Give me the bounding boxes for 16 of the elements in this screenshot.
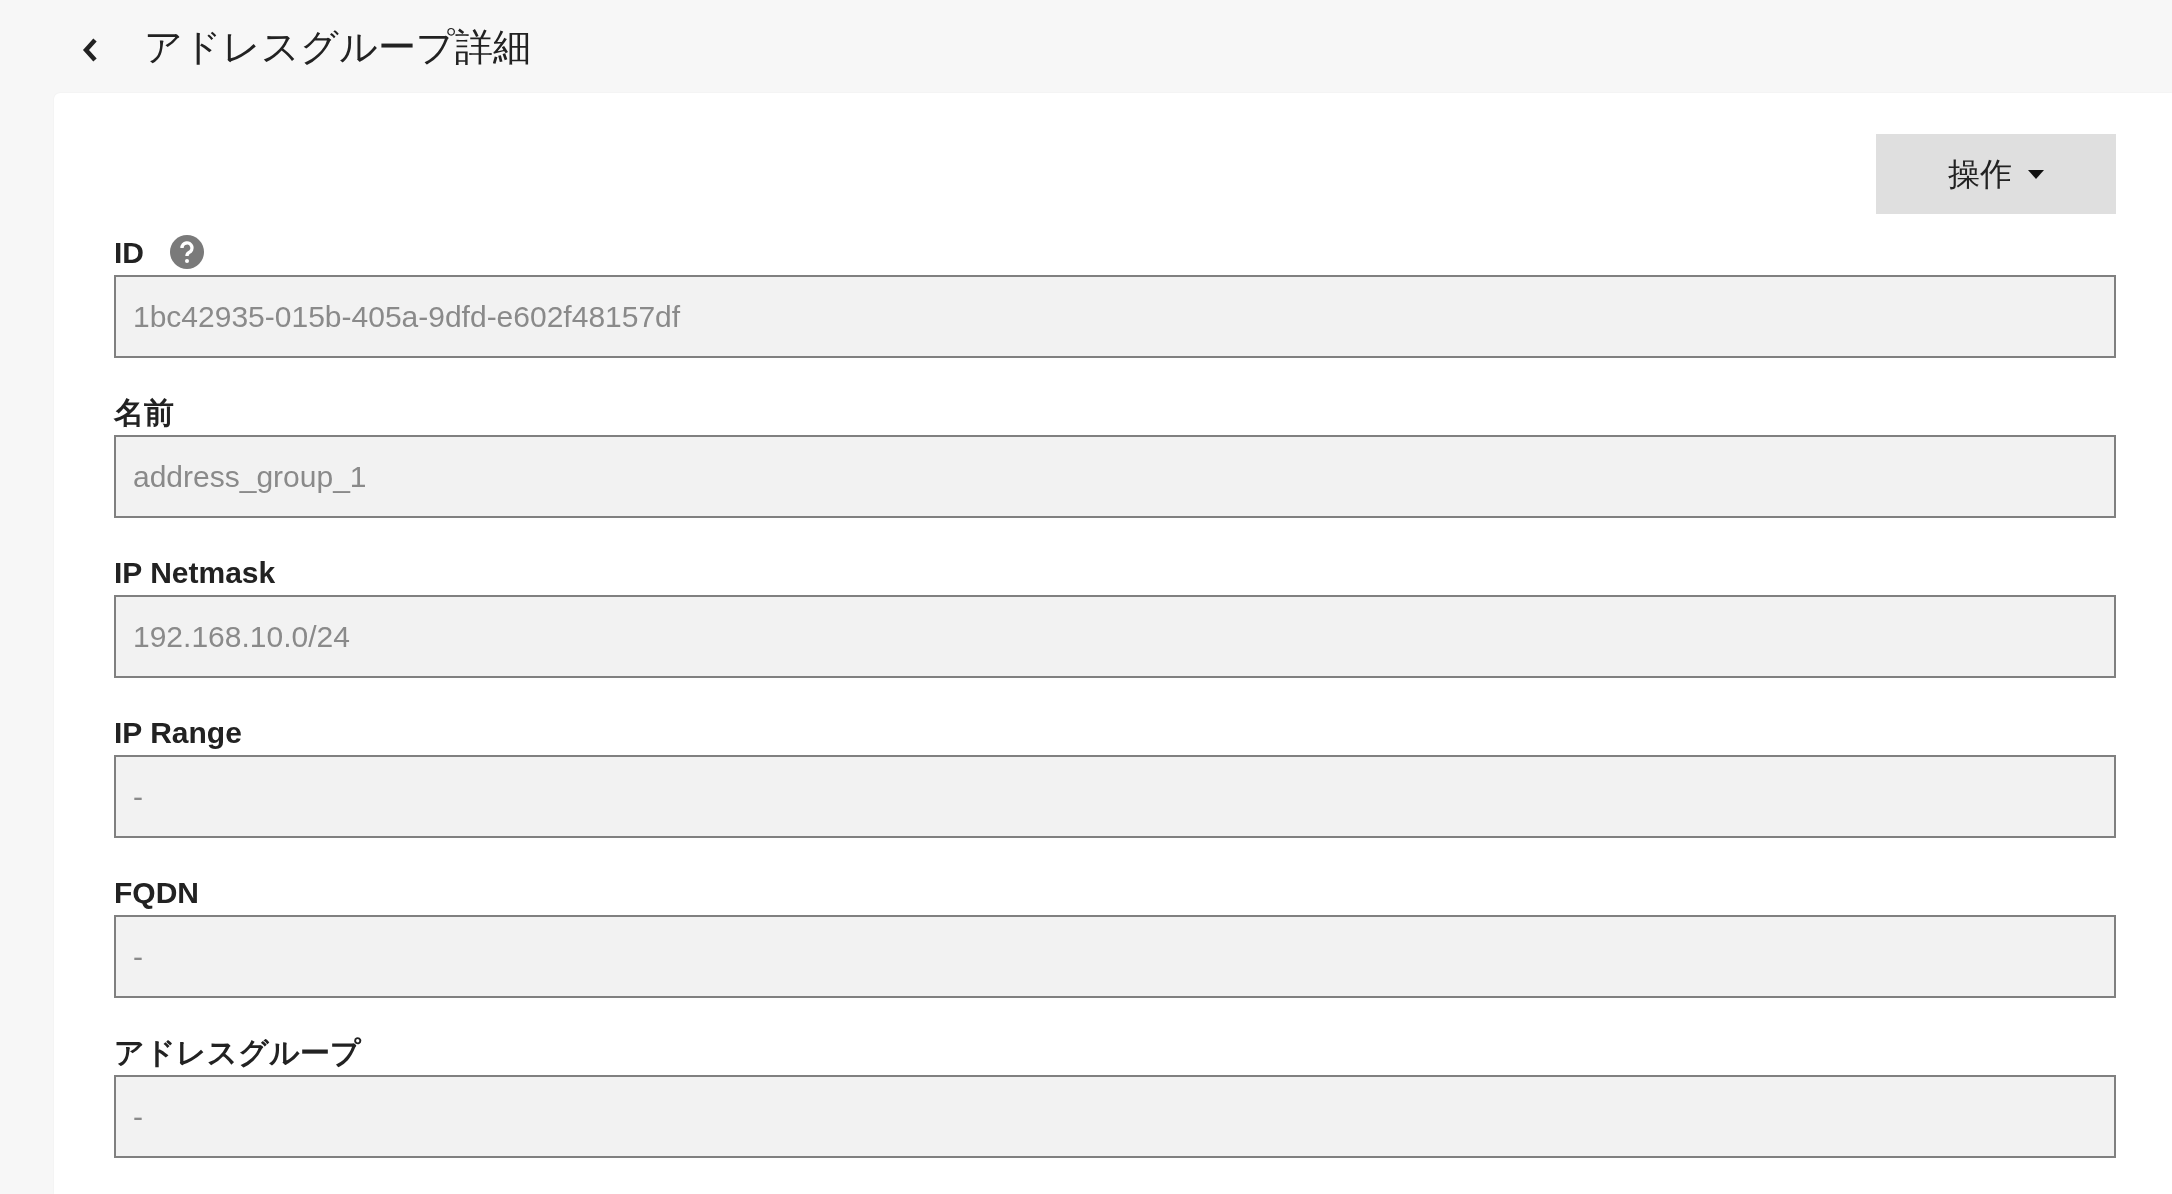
readonly-field[interactable]: 1bc42935-015b-405a-9dfd-e602f48157df	[114, 275, 2116, 358]
page-title: アドレスグループ詳細	[144, 27, 531, 66]
field-label: 名前	[114, 394, 174, 431]
readonly-field[interactable]: address_group_1	[114, 435, 2116, 518]
field-label: FQDN	[114, 874, 199, 911]
readonly-field[interactable]: -	[114, 755, 2116, 838]
field-label: ID	[114, 234, 144, 271]
field-label: IP Netmask	[114, 554, 276, 591]
caret-down-icon	[2028, 169, 2044, 179]
field-label: アドレスグループ	[114, 1034, 361, 1071]
help-icon[interactable]	[170, 235, 204, 269]
readonly-field[interactable]: -	[114, 1075, 2116, 1158]
readonly-field[interactable]: -	[114, 915, 2116, 998]
actions-dropdown-button[interactable]: 操作	[1876, 134, 2116, 214]
field-label: IP Range	[114, 714, 242, 751]
readonly-field[interactable]: 192.168.10.0/24	[114, 595, 2116, 678]
